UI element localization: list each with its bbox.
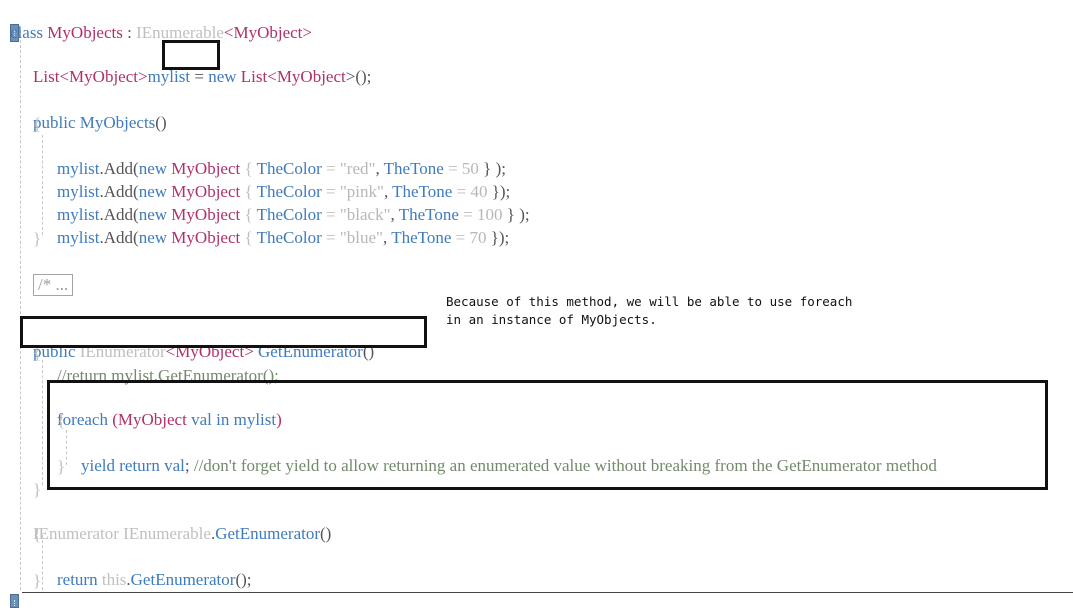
indent-guide xyxy=(42,135,43,235)
highlight-box-mylist xyxy=(162,40,220,70)
code-line-brace: } xyxy=(33,571,42,590)
code-line-brace: { xyxy=(33,114,42,133)
code-line-add: mylist.Add(new MyObject { TheColor = "bl… xyxy=(57,205,530,224)
indent-guide xyxy=(20,30,21,590)
code-line-add: mylist.Add(new MyObject { TheColor = "bl… xyxy=(57,228,510,247)
editor-bottom-border xyxy=(22,592,1073,593)
code-line-constructor: public MyObjects() xyxy=(33,113,167,132)
highlight-box-get-enumerator xyxy=(20,316,427,348)
code-line-return: return this.GetEnumerator(); xyxy=(57,570,252,589)
indent-guide xyxy=(42,360,43,485)
code-line-explicit-get-enumerator: IEnumerator IEnumerable.GetEnumerator() xyxy=(33,524,332,543)
code-line-brace: } xyxy=(33,229,42,248)
code-line-class-declaration: class MyObjects : IEnumerable<MyObject> xyxy=(10,23,312,42)
highlight-box-foreach-block xyxy=(47,380,1048,490)
class-name: MyObjects xyxy=(47,23,123,42)
collapsed-region[interactable]: /* ... xyxy=(33,274,74,296)
keyword: class xyxy=(10,23,44,42)
code-line-brace: { xyxy=(33,525,42,544)
code-line-add: mylist.Add(new MyObject { TheColor = "pi… xyxy=(57,182,511,201)
code-line-add: mylist.Add(new MyObject { TheColor = "re… xyxy=(57,159,506,178)
annotation-line-2: in an instance of MyObjects. xyxy=(446,312,657,327)
fold-marker-icon[interactable] xyxy=(10,594,19,608)
code-line-brace: } xyxy=(33,480,42,499)
annotation-line-1: Because of this method, we will be able … xyxy=(446,294,853,309)
